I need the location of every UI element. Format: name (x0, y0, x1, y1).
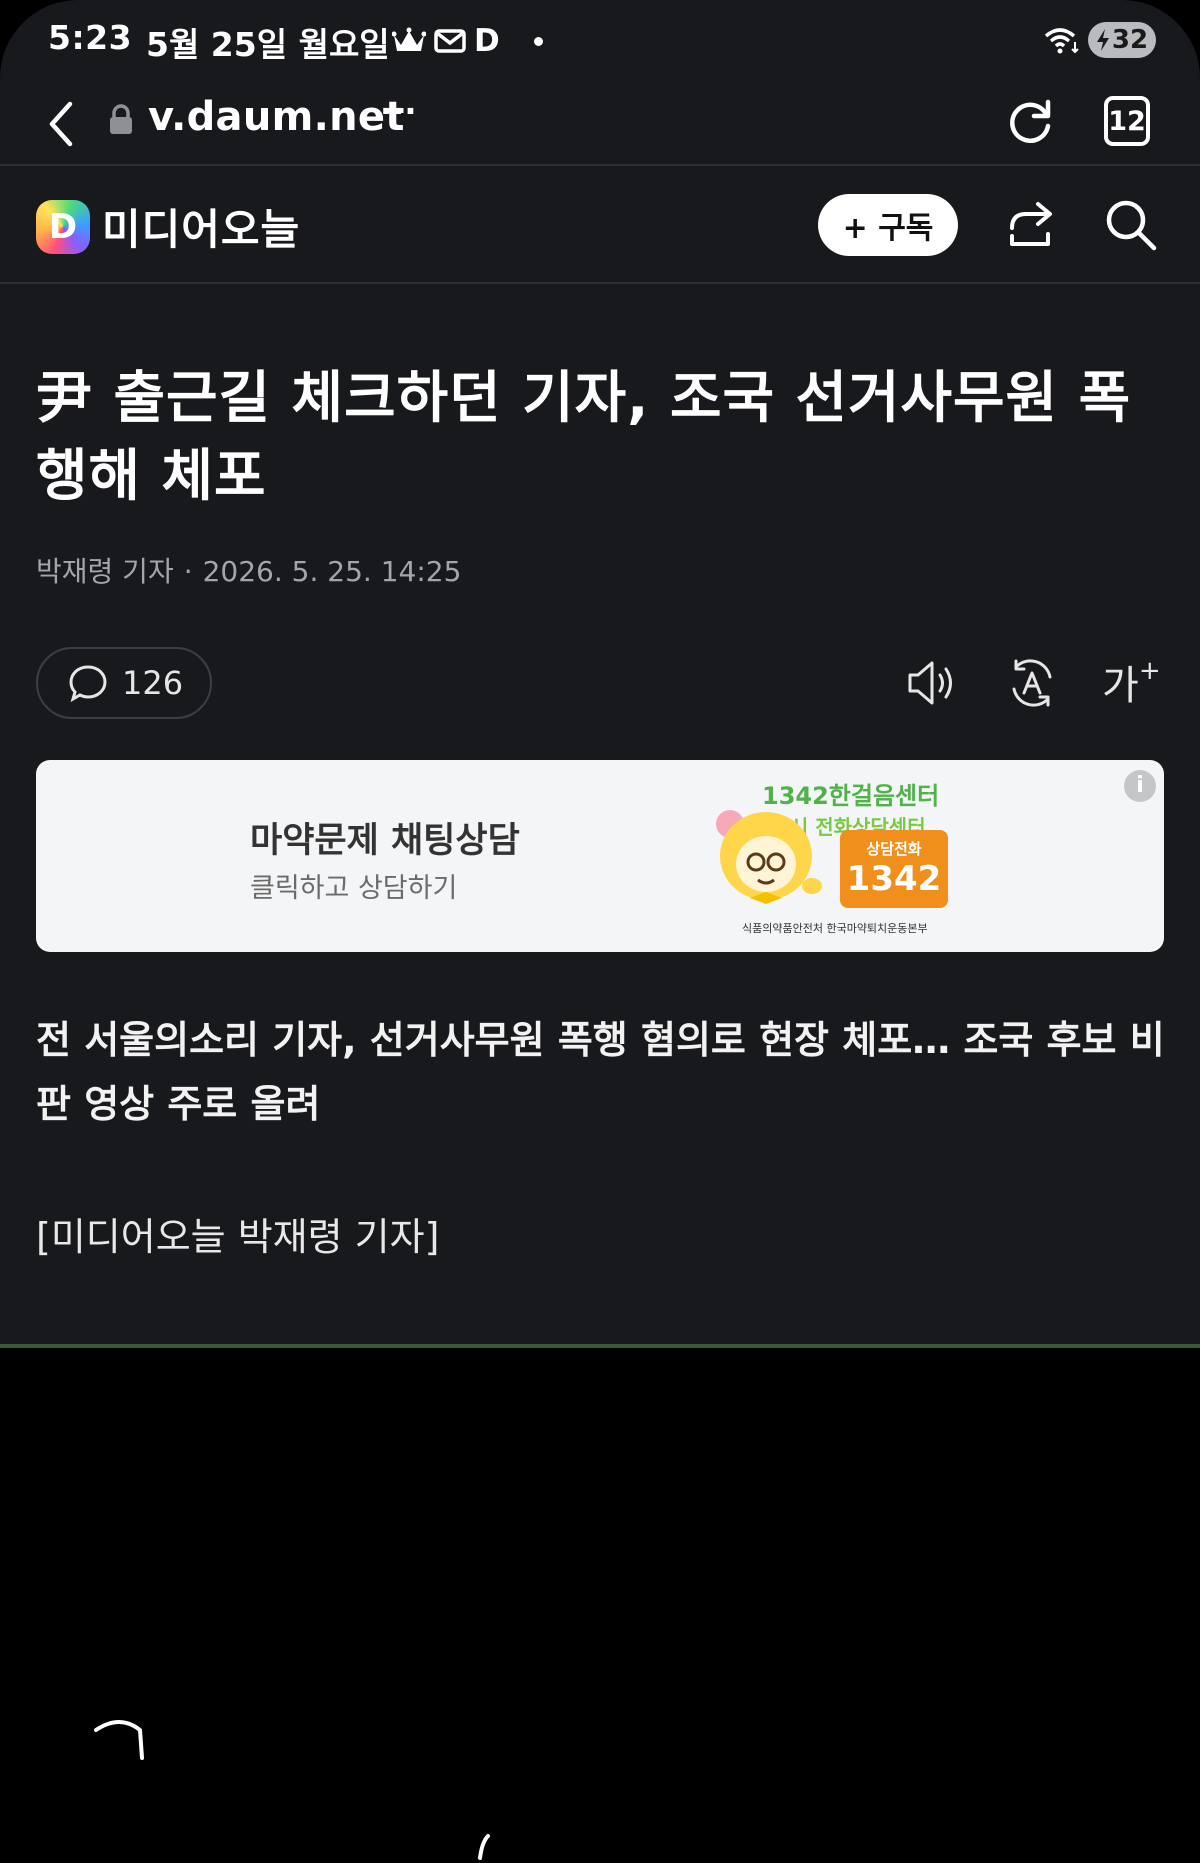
status-bar: 5:23 5월 25일 월요일 D 32 (0, 0, 1200, 84)
article-author[interactable]: 박재령 기자 (36, 555, 174, 588)
lock-icon[interactable] (108, 104, 134, 136)
browser-page: 5:23 5월 25일 월요일 D 32 v.daum.net ··· 12 D… (0, 0, 1200, 1346)
more-notifications-dot (533, 36, 543, 46)
ad-sponsor: 식품의약품안전처 한국마약퇴치운동본부 (742, 922, 928, 935)
ad-call-number: 1342 (846, 859, 942, 899)
article-datetime: 2026. 5. 25. 14:25 (202, 555, 462, 588)
wifi-icon (1044, 28, 1079, 54)
video-artifact-mark (478, 1834, 490, 1860)
ad-subtitle: 클릭하고 상담하기 (250, 873, 458, 904)
mascot-character-icon (716, 810, 822, 904)
charging-bolt-icon (1096, 29, 1109, 51)
font-size-plus: + (1138, 655, 1161, 686)
article-reporter-line: [미디어오늘 박재령 기자] (36, 1215, 440, 1259)
subscribe-label: + 구독 (842, 211, 934, 246)
address-bar-url[interactable]: v.daum.net (148, 94, 405, 140)
article-summary: 전 서울의소리 기자, 선거사무원 폭행 혐의로 현장 체포… 조국 후보 비판… (36, 1018, 1165, 1126)
article-headline: 尹 출근길 체크하던 기자, 조국 선거사무원 폭행해 체포 (36, 366, 1132, 509)
browser-toolbar: v.daum.net ··· 12 (0, 84, 1200, 166)
ad-info-icon[interactable]: i (1124, 770, 1156, 802)
status-right: 32 (1044, 22, 1156, 58)
battery-level: 32 (1111, 25, 1149, 55)
battery-indicator: 32 (1088, 22, 1156, 58)
tab-switcher-button[interactable]: 12 (1104, 96, 1150, 146)
comment-bubble-icon (69, 665, 107, 703)
ad-banner[interactable]: 마약문제 채팅상담 클릭하고 상담하기 i 1342한걸음센터 24시 전화상담… (36, 760, 1164, 952)
ad-call-badge: 상담전화 1342 (840, 830, 948, 908)
font-size-button[interactable]: 가+ (1102, 653, 1161, 711)
status-time: 5:23 (48, 18, 133, 57)
subscribe-button[interactable]: + 구독 (818, 194, 958, 256)
comment-count: 126 (122, 664, 184, 702)
video-artifact-arc (94, 1720, 144, 1760)
phone-screen: 5:23 5월 25일 월요일 D 32 v.daum.net ··· 12 D… (0, 0, 1200, 1863)
url-more-indicator[interactable]: ··· (380, 92, 416, 130)
byline-separator: · (183, 555, 193, 588)
comments-button[interactable]: 126 (36, 647, 212, 719)
crown-icon (392, 27, 426, 51)
back-arrow-icon[interactable] (40, 94, 88, 154)
translate-icon[interactable] (1004, 655, 1060, 711)
daum-notification-icon: D (474, 23, 500, 59)
media-name[interactable]: 미디어오늘 (102, 196, 300, 257)
reload-icon[interactable] (1004, 94, 1056, 150)
status-date: 5월 25일 월요일 (146, 25, 390, 64)
notification-icons: D (392, 24, 543, 58)
share-icon[interactable] (1004, 198, 1056, 250)
daum-logo-letter: D (48, 207, 78, 247)
daum-logo-icon[interactable]: D (36, 200, 90, 254)
tab-count: 12 (1108, 105, 1146, 137)
article-byline: 박재령 기자 · 2026. 5. 25. 14:25 (36, 550, 461, 590)
font-size-label: 가 (1102, 663, 1139, 709)
article-image-top-edge (0, 1344, 1200, 1348)
ad-call-label: 상담전화 (866, 840, 922, 858)
ad-title: 마약문제 채팅상담 (250, 821, 520, 861)
site-header: D 미디어오늘 + 구독 (0, 166, 1200, 284)
mail-icon (434, 29, 466, 53)
search-icon[interactable] (1104, 198, 1158, 252)
speaker-icon[interactable] (904, 655, 960, 711)
